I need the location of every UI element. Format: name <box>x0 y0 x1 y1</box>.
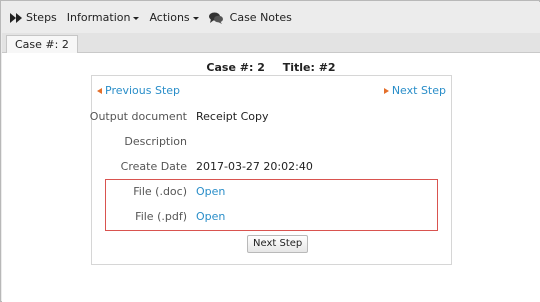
main-content: Case #: 2 Title: #2 Previous Step Next S… <box>2 53 540 302</box>
open-pdf-link[interactable]: Open <box>196 208 225 226</box>
tab-case-2[interactable]: Case #: 2 <box>6 35 78 54</box>
field-row-file-pdf: File (.pdf) Open <box>92 208 451 226</box>
field-label: Create Date <box>120 160 187 173</box>
caret-down-icon <box>192 16 199 20</box>
actions-menu-label: Actions <box>149 11 190 24</box>
case-notes-menu[interactable]: Case Notes <box>208 11 292 24</box>
field-value: 2017-03-27 20:02:40 <box>196 160 313 173</box>
case-header: Case #: 2 Title: #2 <box>2 61 540 74</box>
arrow-right-icon <box>383 87 389 94</box>
information-menu-label: Information <box>66 11 131 24</box>
next-step-label: Next Step <box>391 84 446 97</box>
open-doc-link[interactable]: Open <box>196 183 225 201</box>
steps-menu[interactable]: Steps <box>10 11 57 24</box>
field-label: Output document <box>89 110 187 123</box>
caret-down-icon <box>133 16 140 20</box>
field-row-file-doc: File (.doc) Open <box>92 183 451 201</box>
fast-forward-icon <box>10 12 22 23</box>
case-number: Case #: 2 <box>206 61 265 74</box>
actions-menu[interactable]: Actions <box>149 11 199 24</box>
field-label: File (.doc) <box>133 185 187 198</box>
app-frame: Steps Information Actions Case Notes Cas… <box>0 0 540 302</box>
field-row-create-date: Create Date 2017-03-27 20:02:40 <box>92 158 451 176</box>
field-row-description: Description <box>92 133 451 151</box>
case-title: Title: #2 <box>282 61 336 74</box>
field-label: Description <box>124 135 187 148</box>
field-label: File (.pdf) <box>135 210 187 223</box>
next-step-button[interactable]: Next Step <box>247 235 309 253</box>
output-document-panel: Previous Step Next Step Output document … <box>89 75 452 265</box>
previous-step-label: Previous Step <box>105 84 181 97</box>
case-notes-menu-label: Case Notes <box>229 11 292 24</box>
field-row-output-document: Output document Receipt Copy <box>89 108 451 126</box>
field-value: Receipt Copy <box>196 110 269 123</box>
tab-strip: Case #: 2 <box>2 33 540 54</box>
previous-step-link[interactable]: Previous Step <box>97 84 180 97</box>
chat-bubbles-icon <box>208 12 223 24</box>
steps-menu-label: Steps <box>26 11 57 24</box>
top-menu-bar: Steps Information Actions Case Notes <box>2 2 540 33</box>
information-menu[interactable]: Information <box>67 11 140 24</box>
arrow-left-icon <box>97 87 102 94</box>
next-step-link[interactable]: Next Step <box>383 84 446 97</box>
